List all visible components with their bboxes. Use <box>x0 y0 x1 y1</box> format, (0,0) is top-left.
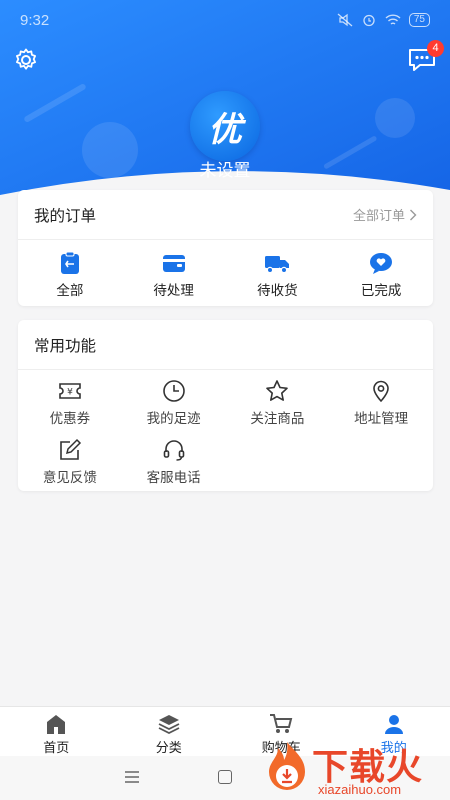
coupon-icon: ¥ <box>59 383 81 399</box>
common-functions-card: 常用功能 ¥ 优惠券 我的足迹 关注商品 地址管理 意见反馈 客服电话 <box>18 320 433 491</box>
location-icon <box>373 380 389 403</box>
all-orders-link[interactable]: 全部订单 <box>353 205 417 224</box>
order-completed[interactable]: 已完成 <box>329 251 433 299</box>
layers-icon <box>158 715 180 735</box>
avatar[interactable]: 优 <box>190 91 260 161</box>
svg-text:¥: ¥ <box>67 388 73 398</box>
all-orders-label: 全部订单 <box>352 208 405 223</box>
coupon-button[interactable]: ¥ 优惠券 <box>18 379 122 438</box>
orders-header: 我的订单 全部订单 <box>18 190 433 240</box>
order-status-row: 全部 待处理 待收货 已完成 <box>18 240 433 299</box>
orders-title: 我的订单 <box>34 207 97 225</box>
tab-category-label: 分类 <box>155 740 182 755</box>
order-pending-label: 待处理 <box>153 283 194 298</box>
settings-gear-icon[interactable] <box>13 47 39 73</box>
favorites-button[interactable]: 关注商品 <box>226 379 330 438</box>
wifi-icon <box>385 14 401 25</box>
status-bar: 9:32 75 <box>0 0 450 40</box>
avatar-text: 优 <box>208 110 242 149</box>
edit-icon <box>60 438 81 460</box>
cart-icon <box>270 714 293 733</box>
heart-chat-icon <box>370 253 393 274</box>
watermark-logo-icon <box>269 742 305 790</box>
support-phone-button[interactable]: 客服电话 <box>122 438 226 497</box>
battery-indicator: 75 <box>408 13 430 27</box>
headset-icon <box>163 440 184 461</box>
username[interactable]: 未设置 <box>0 156 450 181</box>
history-button[interactable]: 我的足迹 <box>122 379 226 438</box>
common-functions-header: 常用功能 <box>18 320 433 370</box>
home-square-icon[interactable] <box>218 770 232 784</box>
favorites-label: 关注商品 <box>250 411 305 426</box>
history-label: 我的足迹 <box>146 411 201 426</box>
feedback-label: 意见反馈 <box>42 470 97 485</box>
order-all[interactable]: 全部 <box>18 251 122 299</box>
menu-icon[interactable] <box>125 771 139 783</box>
function-grid: ¥ 优惠券 我的足迹 关注商品 地址管理 意见反馈 客服电话 <box>18 370 433 497</box>
chevron-right-icon <box>410 209 417 220</box>
home-icon <box>47 715 66 734</box>
address-label: 地址管理 <box>354 411 409 426</box>
wallet-icon <box>162 255 185 272</box>
watermark: 下载火 xiazaihuo.com <box>262 738 450 800</box>
watermark-subtext: xiazaihuo.com <box>318 782 402 797</box>
truck-icon <box>265 256 290 274</box>
tab-category[interactable]: 分类 <box>113 707 226 756</box>
coupon-label: 优惠券 <box>49 411 91 426</box>
common-functions-title: 常用功能 <box>34 337 97 355</box>
mute-icon <box>337 13 353 27</box>
order-pending[interactable]: 待处理 <box>122 251 226 299</box>
status-time: 9:32 <box>20 11 50 29</box>
status-icons: 75 <box>337 13 430 27</box>
orders-card: 我的订单 全部订单 全部 待处理 待收货 已完成 <box>18 190 433 306</box>
clock-icon <box>162 380 185 402</box>
support-phone-label: 客服电话 <box>146 470 201 485</box>
address-button[interactable]: 地址管理 <box>329 379 433 438</box>
user-icon <box>384 715 403 734</box>
star-icon <box>266 380 289 401</box>
alarm-icon <box>363 14 375 27</box>
message-badge: 4 <box>427 40 444 57</box>
order-completed-label: 已完成 <box>360 283 402 298</box>
clipboard-icon <box>60 251 79 274</box>
tab-home[interactable]: 首页 <box>0 707 113 756</box>
order-all-label: 全部 <box>56 283 84 298</box>
tab-home-label: 首页 <box>43 740 70 755</box>
order-to-receive[interactable]: 待收货 <box>226 251 330 299</box>
order-to-receive-label: 待收货 <box>257 283 298 298</box>
feedback-button[interactable]: 意见反馈 <box>18 438 122 497</box>
